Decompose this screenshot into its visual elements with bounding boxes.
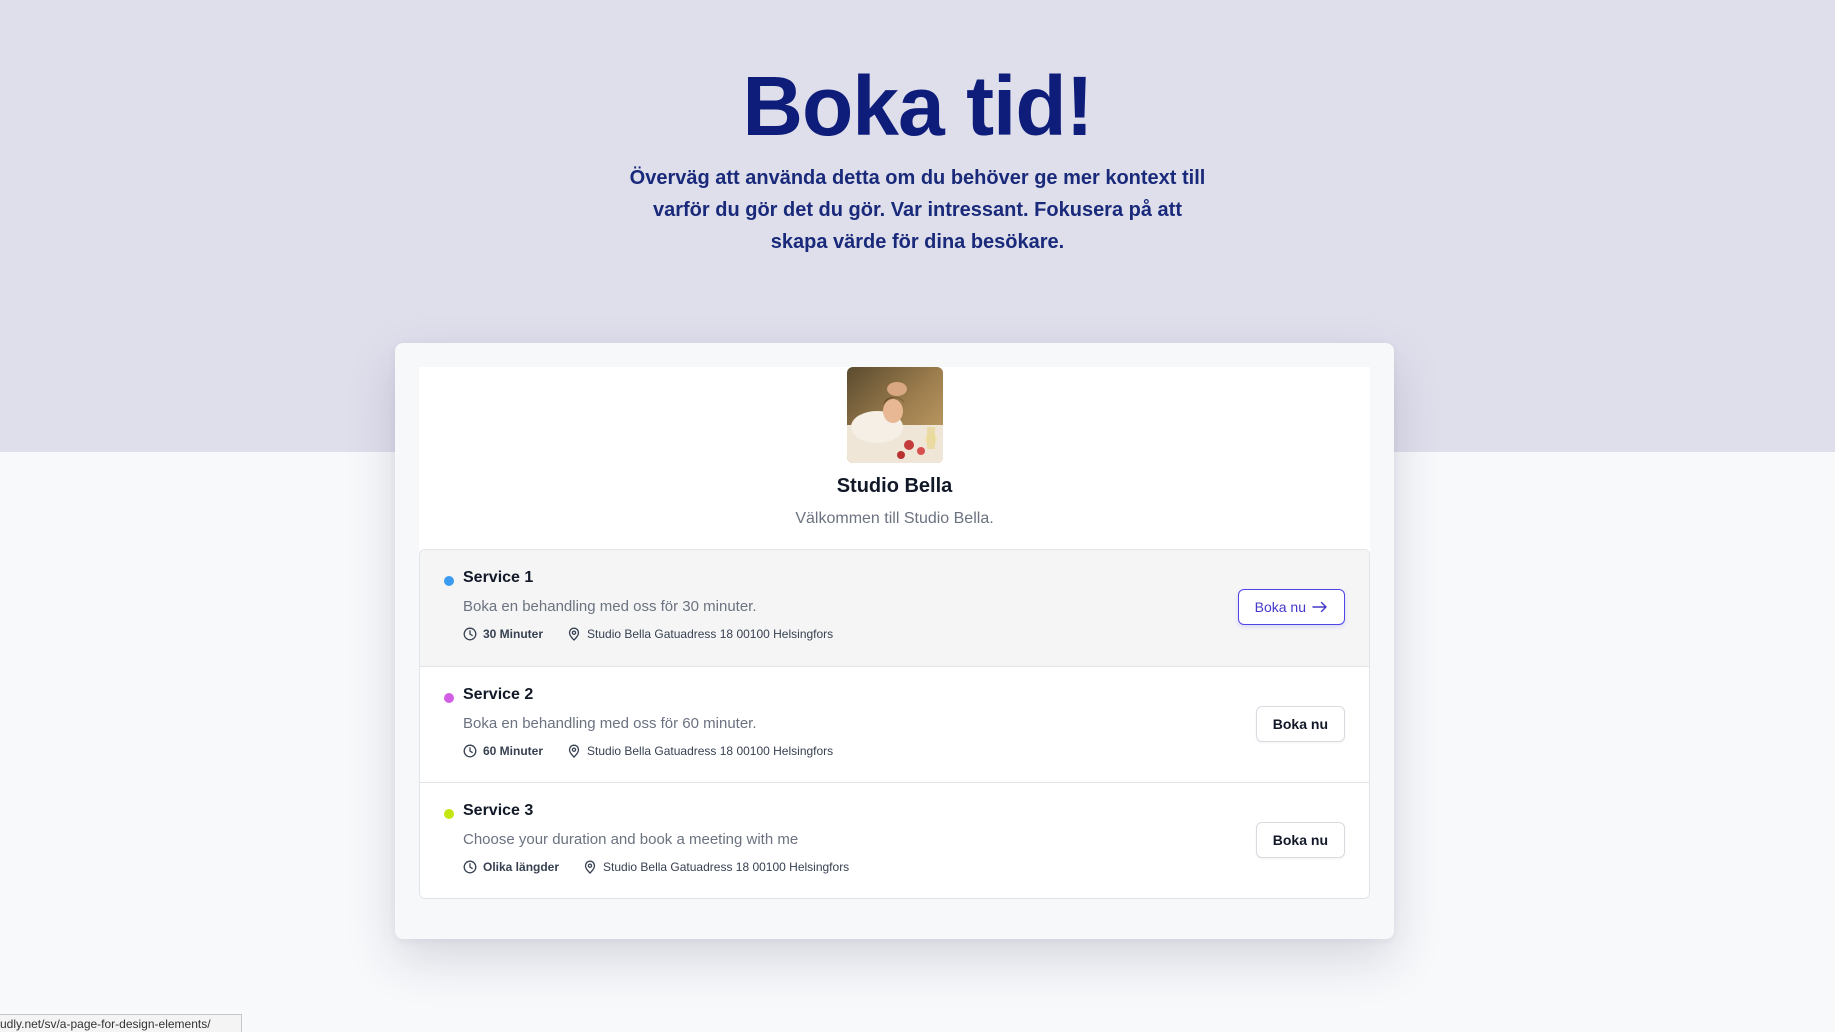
service-item-2[interactable]: Service 2 Boka en behandling med oss för…	[420, 666, 1369, 782]
duration-meta: Olika längder	[463, 860, 559, 874]
service-item-3[interactable]: Service 3 Choose your duration and book …	[420, 782, 1369, 898]
hero-section: Boka tid! Överväg att använda detta om d…	[0, 0, 1835, 258]
arrow-right-icon	[1312, 601, 1327, 613]
book-now-label: Boka nu	[1254, 599, 1306, 615]
book-now-button[interactable]: Boka nu	[1255, 822, 1345, 858]
location-meta: Studio Bella Gatuadress 18 00100 Helsing…	[583, 860, 849, 874]
book-now-label: Boka nu	[1272, 832, 1328, 848]
location-meta: Studio Bella Gatuadress 18 00100 Helsing…	[567, 744, 833, 758]
duration-meta: 60 Minuter	[463, 744, 543, 758]
clock-icon	[463, 860, 477, 874]
studio-description: Välkommen till Studio Bella.	[795, 510, 994, 527]
service-duration: 30 Minuter	[483, 627, 544, 641]
status-dot	[444, 693, 454, 703]
browser-status-bar: udly.net/sv/a-page-for-design-elements/	[0, 1014, 242, 1032]
service-title: Service 1	[463, 569, 534, 586]
service-location: Studio Bella Gatuadress 18 00100 Helsing…	[587, 627, 834, 641]
status-dot	[444, 809, 454, 819]
studio-name: Studio Bella	[836, 475, 953, 497]
hero-description: Överväg att använda detta om du behöver …	[629, 167, 1206, 253]
studio-profile: Studio Bella Välkommen till Studio Bella…	[419, 367, 1370, 555]
clock-icon	[463, 744, 477, 758]
booking-card: Studio Bella Välkommen till Studio Bella…	[395, 343, 1394, 939]
book-now-label: Boka nu	[1272, 716, 1328, 732]
service-title: Service 2	[463, 686, 534, 703]
services-list: Service 1 Boka en behandling med oss för…	[419, 549, 1370, 899]
book-now-button[interactable]: Boka nu	[1237, 589, 1345, 625]
service-meta: 30 Minuter Studio Bella Gatuadress 18 00…	[463, 627, 857, 641]
clock-icon	[463, 627, 477, 641]
service-item-1[interactable]: Service 1 Boka en behandling med oss för…	[420, 550, 1369, 666]
duration-meta: 30 Minuter	[463, 627, 543, 641]
location-meta: Studio Bella Gatuadress 18 00100 Helsing…	[567, 627, 833, 641]
location-pin-icon	[568, 744, 580, 758]
studio-avatar	[846, 367, 943, 463]
location-pin-icon	[568, 627, 580, 641]
service-title: Service 3	[463, 802, 534, 819]
service-description: Choose your duration and book a meeting …	[463, 831, 799, 848]
service-duration: Olika längder	[483, 860, 560, 874]
book-now-button[interactable]: Boka nu	[1255, 706, 1345, 742]
service-meta: 60 Minuter Studio Bella Gatuadress 18 00…	[463, 744, 857, 758]
status-dot	[444, 576, 454, 586]
service-location: Studio Bella Gatuadress 18 00100 Helsing…	[603, 860, 850, 874]
service-description: Boka en behandling med oss för 60 minute…	[463, 715, 757, 732]
service-description: Boka en behandling med oss för 30 minute…	[463, 598, 757, 615]
service-meta: Olika längder Studio Bella Gatuadress 18…	[463, 860, 873, 874]
page-title: Boka tid!	[742, 59, 1093, 153]
location-pin-icon	[584, 860, 596, 874]
service-duration: 60 Minuter	[483, 744, 544, 758]
service-location: Studio Bella Gatuadress 18 00100 Helsing…	[587, 744, 834, 758]
